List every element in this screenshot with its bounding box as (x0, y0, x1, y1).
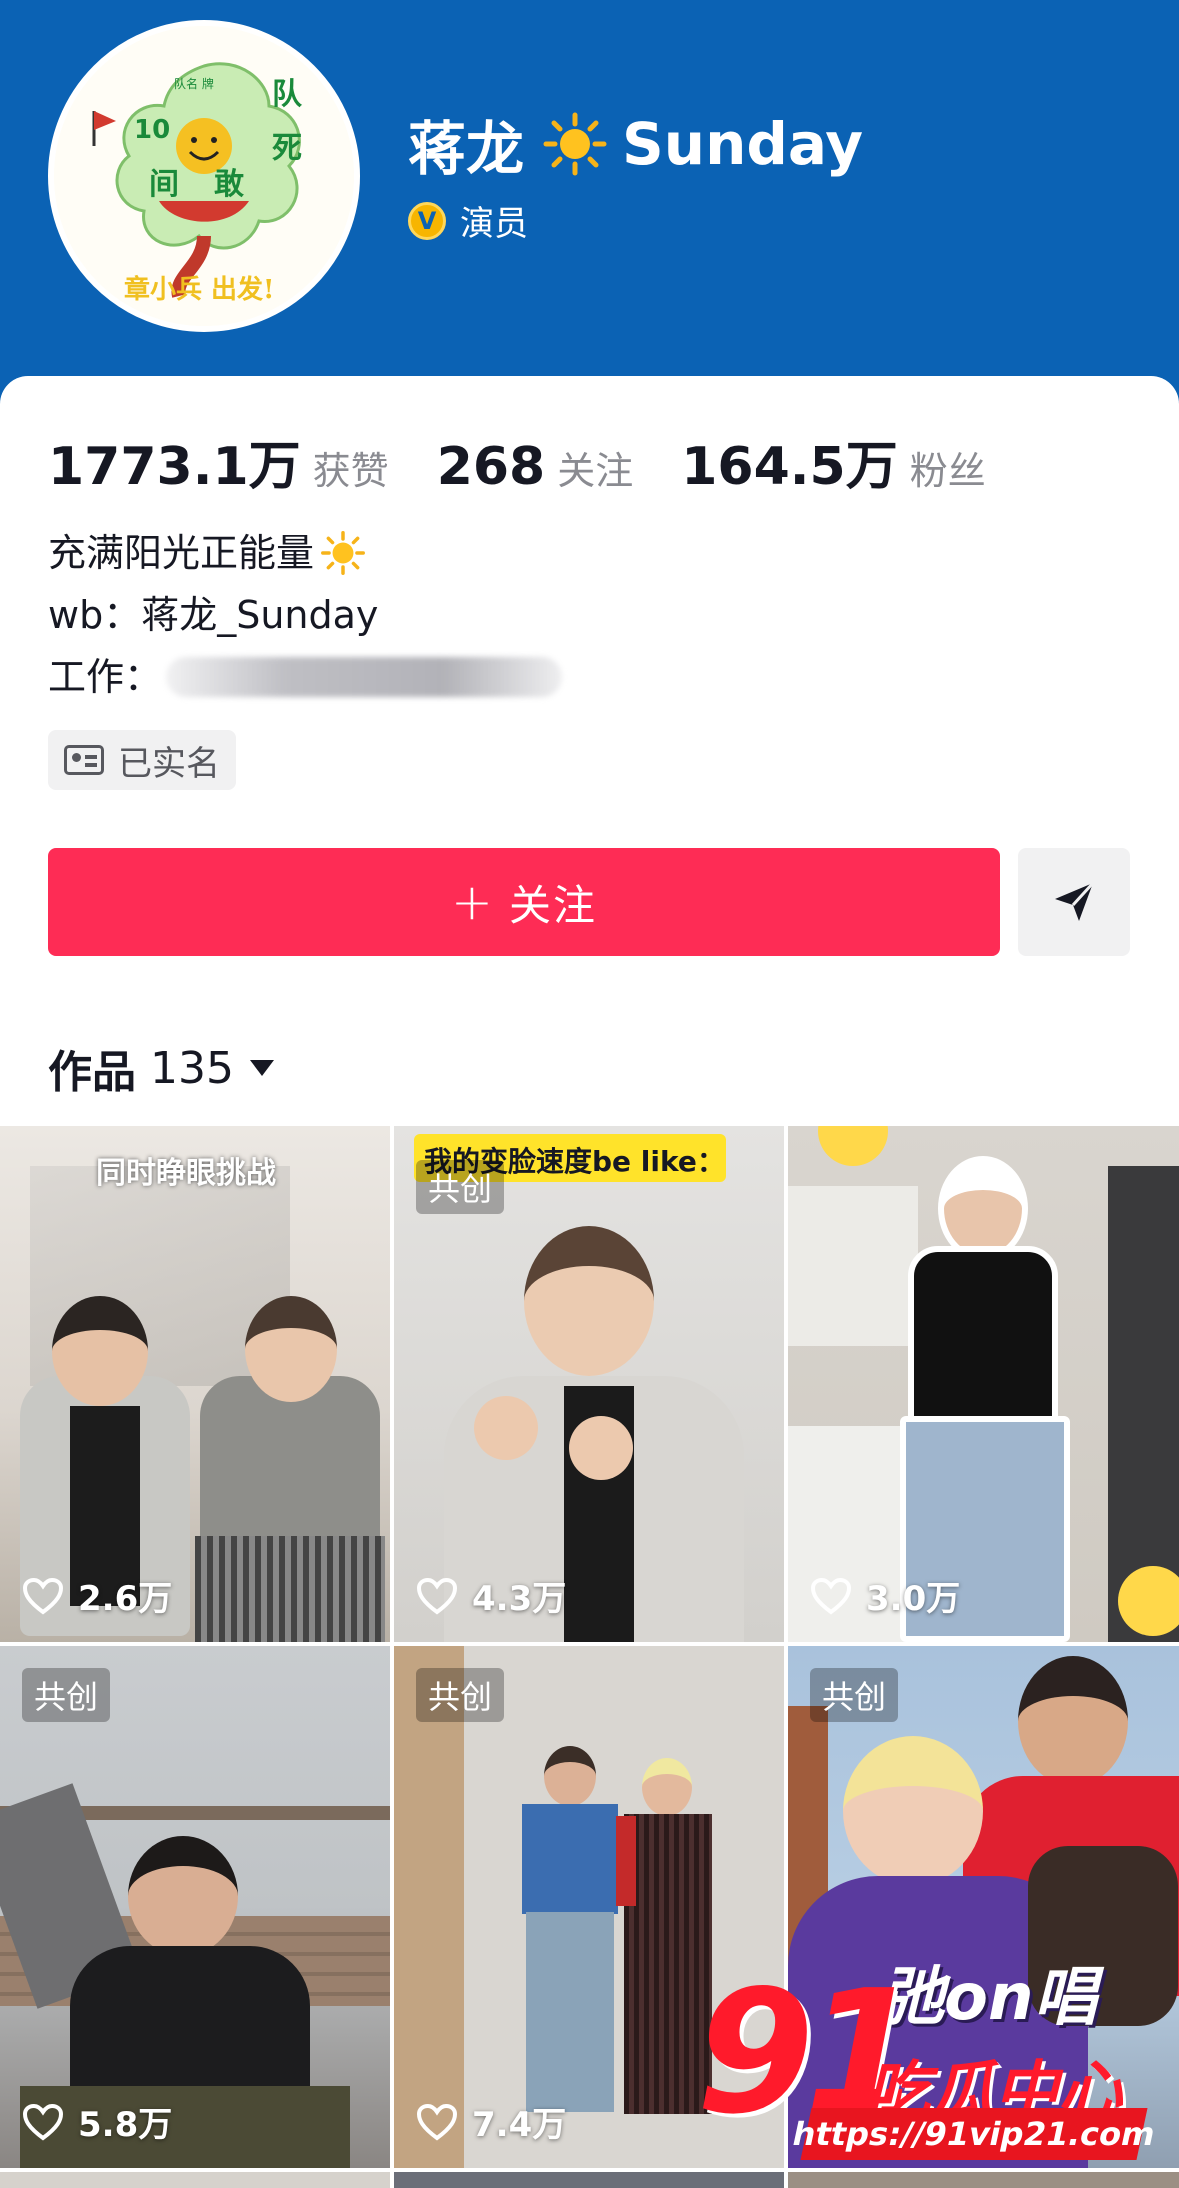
profile-bio: 充满阳光正能量 wb：蒋龙_Sunday 工作： (48, 522, 563, 708)
fans-count[interactable]: 164.5万 (681, 424, 897, 499)
video-tile[interactable] (788, 2172, 1179, 2188)
heart-icon (416, 1577, 458, 1614)
heart-icon (416, 2103, 458, 2140)
dropdown-caret-icon[interactable] (249, 1060, 274, 1076)
follow-button[interactable]: + 关注 (48, 848, 1000, 956)
bio-line-1: 充满阳光正能量 (48, 522, 562, 584)
profile-name-suffix: Sunday (622, 110, 864, 178)
works-label: 作品 (48, 1047, 136, 1098)
svg-text:敢: 敢 (214, 167, 244, 202)
following-count[interactable]: 268 (437, 437, 546, 497)
fist (569, 1416, 633, 1480)
co-creation-tag: 共创 (810, 1668, 899, 1722)
verified-badge-icon: V (408, 201, 446, 240)
message-button[interactable] (1018, 848, 1130, 956)
person (908, 1246, 1058, 1426)
video-caption: 弛on唱 (880, 1961, 1098, 2035)
video-tile[interactable]: 3.0万 (788, 1126, 1179, 1642)
sun-emoji-icon (320, 530, 366, 576)
fist (474, 1396, 538, 1460)
heart-icon (22, 1577, 64, 1614)
verification-row: V 演员 (408, 196, 528, 245)
likes-count: 1773.1万 (48, 437, 301, 497)
profile-avatar[interactable]: 队 10 死 间 敢 队名 牌 章小兵 出发! (48, 20, 360, 332)
bio-text-2: wb：蒋龙_Sunday (48, 593, 379, 637)
sun-emoji-icon (542, 111, 608, 177)
like-count: 4.3万 (416, 1571, 566, 1620)
person-head (52, 1296, 148, 1406)
person-head (245, 1296, 337, 1402)
works-tab[interactable]: 作品 135 (48, 1036, 274, 1100)
bio-line-2: wb：蒋龙_Sunday (48, 584, 562, 646)
profile-stats: 1773.1万 获赞 268 关注 164.5万 粉丝 (48, 424, 1034, 499)
person (526, 1912, 614, 2112)
svg-text:章小兵 出发!: 章小兵 出发! (124, 274, 274, 305)
fans-label[interactable]: 粉丝 (910, 440, 986, 495)
following-label[interactable]: 关注 (557, 440, 633, 495)
profile-name-row: 蒋龙 Sunday (408, 104, 863, 184)
person (195, 1536, 385, 1642)
video-tile[interactable]: 同时睁眼挑战 2.6万 (0, 1126, 390, 1642)
like-count: 2.6万 (22, 1571, 172, 1620)
video-tile[interactable]: 共创 5.8万 (0, 1646, 390, 2168)
person-head (128, 1836, 238, 1956)
svg-text:死: 死 (272, 131, 302, 166)
plus-icon: + (451, 873, 495, 931)
sticker-face (818, 1126, 888, 1166)
like-count: 7.4万 (416, 2097, 566, 2146)
id-card-icon (64, 745, 104, 775)
like-count: 3.0万 (810, 1571, 960, 1620)
svg-text:10: 10 (134, 115, 170, 145)
watermark-url: https://91vip21.com (789, 2108, 1159, 2160)
person-head (1018, 1656, 1128, 1786)
bio-line-3: 工作： (48, 646, 563, 708)
real-name-label: 已实名 (118, 743, 220, 784)
like-count-text: 7.4万 (472, 2105, 567, 2145)
person-head (524, 1226, 654, 1376)
works-count: 135 (150, 1042, 234, 1094)
video-caption: 同时睁眼挑战 (96, 1156, 276, 1191)
person (70, 1946, 310, 2106)
bio-text-3: 工作： (48, 655, 163, 699)
co-creation-tag: 共创 (416, 1668, 505, 1722)
person-head (843, 1736, 983, 1886)
video-tile[interactable] (0, 2172, 390, 2188)
like-count-text: 4.3万 (472, 1579, 567, 1619)
bio-text-1: 充满阳光正能量 (48, 531, 315, 575)
profile-info-card: 1773.1万 获赞 268 关注 164.5万 粉丝 充满阳光正能量 wb：蒋… (0, 376, 1179, 1136)
real-name-verified-tag: 已实名 (48, 730, 236, 790)
like-count-text: 5.8万 (78, 2105, 173, 2145)
svg-text:队: 队 (272, 77, 303, 112)
avatar-artwork: 队 10 死 间 敢 队名 牌 章小兵 出发! (54, 26, 354, 326)
co-creation-tag: 共创 (22, 1668, 111, 1722)
video-tile[interactable]: 我的变脸速度be like： 共创 4.3万 (394, 1126, 784, 1642)
person (522, 1804, 618, 1914)
svg-text:间: 间 (149, 167, 179, 202)
video-tile[interactable] (394, 2172, 784, 2188)
profile-name: 蒋龙 (408, 115, 525, 183)
send-arrow-icon (1055, 881, 1095, 921)
video-grid: 同时睁眼挑战 2.6万 我的变脸速度be like： 共创 4.3万 3.0万 … (0, 1126, 1179, 2188)
verified-label: 演员 (460, 204, 528, 244)
person-head (544, 1746, 596, 1806)
heart-icon (22, 2103, 64, 2140)
svg-text:队名 牌: 队名 牌 (174, 76, 214, 91)
sticker-face (1118, 1566, 1179, 1636)
likes-label: 获赞 (312, 449, 389, 493)
co-creation-tag: 共创 (416, 1160, 505, 1214)
redacted-contact (166, 657, 563, 697)
like-count: 5.8万 (22, 2097, 172, 2146)
person (616, 1816, 636, 1906)
heart-icon (810, 1577, 852, 1614)
like-count-text: 3.0万 (866, 1579, 961, 1619)
like-count-text: 2.6万 (78, 1579, 173, 1619)
follow-label: 关注 (508, 880, 597, 930)
person-head (642, 1758, 692, 1816)
